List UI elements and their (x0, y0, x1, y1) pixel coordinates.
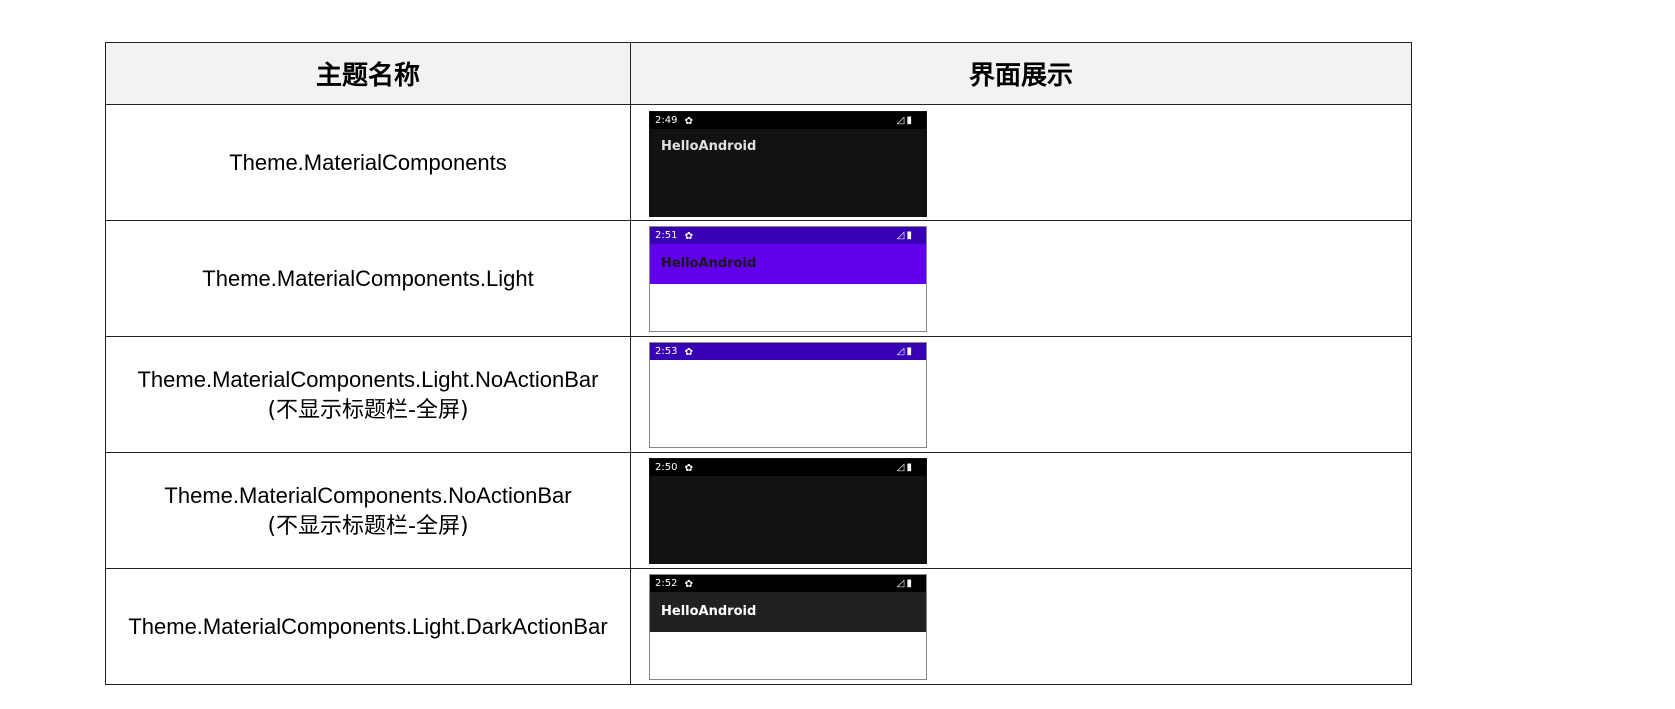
preview-cell: 2:52 ✿ ◿▮ HelloAndroid (630, 568, 1412, 685)
status-time: 2:50 (655, 462, 678, 473)
theme-name-cell: Theme.MaterialComponents.Light (105, 220, 631, 337)
preview-cell: 2:53 ✿ ◿▮ (630, 336, 1412, 453)
phone-preview: 2:50 ✿ ◿▮ (649, 458, 927, 564)
theme-name-cell: Theme.MaterialComponents.NoActionBar (不显… (105, 452, 631, 569)
status-time: 2:49 (655, 115, 678, 126)
preview-cell: 2:49 ✿ ◿▮ HelloAndroid (630, 104, 1412, 221)
theme-name: Theme.MaterialComponents.NoActionBar (164, 482, 572, 508)
table-row: Theme.MaterialComponents 2:49 ✿ ◿▮ Hello… (105, 104, 1412, 221)
app-body (650, 360, 926, 447)
table-row: Theme.MaterialComponents.Light.NoActionB… (105, 336, 1412, 453)
app-body (650, 476, 926, 563)
gear-icon: ✿ (684, 578, 694, 590)
status-bar: 2:52 ✿ ◿▮ (650, 575, 926, 592)
status-bar: 2:51 ✿ ◿▮ (650, 227, 926, 244)
preview-cell: 2:50 ✿ ◿▮ (630, 452, 1412, 569)
status-time: 2:51 (655, 230, 678, 241)
phone-preview: 2:49 ✿ ◿▮ HelloAndroid (649, 111, 927, 217)
status-time: 2:53 (655, 346, 678, 357)
gear-icon: ✿ (684, 462, 694, 474)
phone-preview: 2:51 ✿ ◿▮ HelloAndroid (649, 226, 927, 332)
app-body (650, 284, 926, 331)
theme-name-cell: Theme.MaterialComponents (105, 104, 631, 221)
table-row: Theme.MaterialComponents.Light.DarkActio… (105, 568, 1412, 685)
app-bar: HelloAndroid (650, 129, 926, 165)
header-theme-name: 主题名称 (105, 42, 631, 105)
theme-name-cell: Theme.MaterialComponents.Light.NoActionB… (105, 336, 631, 453)
theme-name: Theme.MaterialComponents.Light.DarkActio… (128, 614, 608, 639)
app-body (650, 165, 926, 216)
theme-name-cell: Theme.MaterialComponents.Light.DarkActio… (105, 568, 631, 685)
status-time: 2:52 (655, 578, 678, 589)
gear-icon: ✿ (684, 230, 694, 242)
theme-name: Theme.MaterialComponents (229, 150, 507, 175)
battery-icon: ▮ (906, 462, 914, 473)
battery-icon: ▮ (906, 115, 914, 126)
table-row: Theme.MaterialComponents.Light 2:51 ✿ ◿▮… (105, 220, 1412, 337)
theme-note: (不显示标题栏-全屏) (267, 397, 469, 423)
status-bar: 2:49 ✿ ◿▮ (650, 112, 926, 129)
header-row: 主题名称 界面展示 (105, 42, 1412, 105)
phone-preview: 2:52 ✿ ◿▮ HelloAndroid (649, 574, 927, 680)
app-bar-title: HelloAndroid (661, 139, 757, 154)
app-bar-title: HelloAndroid (661, 604, 757, 619)
app-bar: HelloAndroid (650, 592, 926, 632)
phone-preview: 2:53 ✿ ◿▮ (649, 342, 927, 448)
app-bar-title: HelloAndroid (661, 256, 757, 271)
gear-icon: ✿ (684, 346, 694, 358)
status-bar: 2:50 ✿ ◿▮ (650, 459, 926, 476)
battery-icon: ▮ (906, 230, 914, 241)
theme-note: (不显示标题栏-全屏) (267, 513, 469, 539)
battery-icon: ▮ (906, 346, 914, 357)
table-row: Theme.MaterialComponents.NoActionBar (不显… (105, 452, 1412, 569)
app-bar: HelloAndroid (650, 244, 926, 284)
gear-icon: ✿ (684, 115, 694, 127)
preview-cell: 2:51 ✿ ◿▮ HelloAndroid (630, 220, 1412, 337)
theme-name: Theme.MaterialComponents.Light.NoActionB… (137, 366, 599, 392)
theme-table: 主题名称 界面展示 Theme.MaterialComponents 2:49 … (105, 42, 1412, 685)
status-bar: 2:53 ✿ ◿▮ (650, 343, 926, 360)
app-body (650, 632, 926, 679)
header-preview: 界面展示 (630, 42, 1412, 105)
theme-name: Theme.MaterialComponents.Light (202, 266, 534, 291)
battery-icon: ▮ (906, 578, 914, 589)
